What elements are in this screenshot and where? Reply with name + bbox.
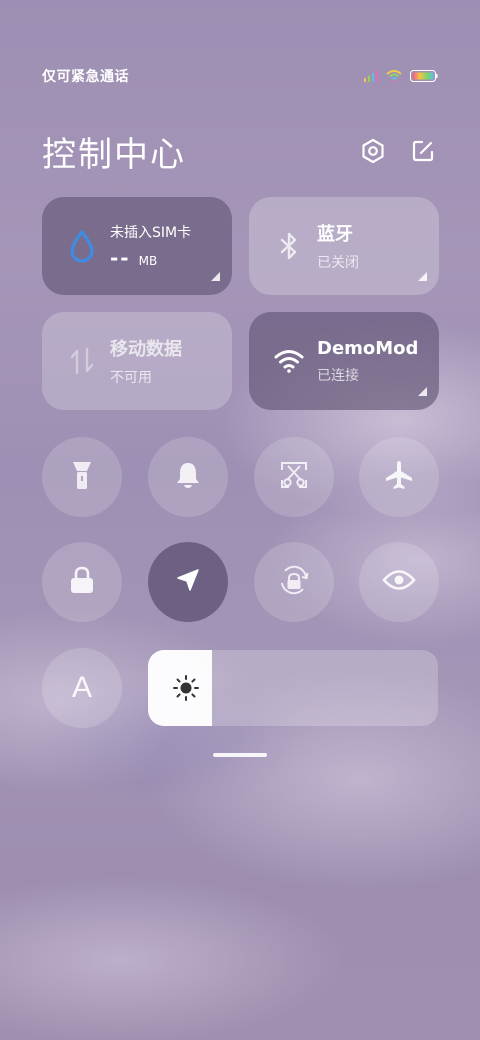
settings-icon[interactable]: [358, 136, 388, 166]
sun-icon: [172, 674, 200, 702]
data-usage-label: 未插入SIM卡: [110, 225, 192, 241]
scissors-icon: [279, 460, 309, 494]
bluetooth-icon: [271, 228, 307, 264]
wifi-status: 已连接: [317, 367, 359, 384]
eye-icon: [382, 569, 416, 595]
brightness-slider[interactable]: [148, 650, 438, 726]
airplane-toggle[interactable]: [359, 437, 439, 517]
font-size-toggle[interactable]: A: [42, 648, 122, 728]
bell-toggle[interactable]: [148, 437, 228, 517]
status-bar: 仅可紧急通话: [42, 64, 438, 88]
wifi-icon: [271, 343, 307, 379]
location-toggle[interactable]: [148, 542, 228, 622]
rotation-lock-icon: [277, 563, 311, 601]
bell-icon: [174, 460, 202, 494]
status-icons: [364, 67, 438, 86]
lock-toggle[interactable]: [42, 542, 122, 622]
expand-corner-icon: [211, 272, 220, 281]
page-title: 控制中心: [42, 134, 186, 175]
data-arrows-icon: [64, 343, 100, 379]
lock-icon: [69, 565, 95, 599]
collapse-handle[interactable]: [213, 753, 267, 757]
signal-icon: [364, 67, 378, 86]
eye-comfort-toggle[interactable]: [359, 542, 439, 622]
rotation-lock-toggle[interactable]: [254, 542, 334, 622]
expand-corner-icon: [418, 387, 427, 396]
data-usage-tile[interactable]: 未插入SIM卡 -- MB: [42, 197, 232, 295]
flashlight-icon: [71, 459, 93, 495]
control-center-header: 控制中心: [42, 126, 438, 176]
mobile-data-label: 移动数据: [110, 339, 182, 360]
bluetooth-tile[interactable]: 蓝牙 已关闭: [249, 197, 439, 295]
screenshot-toggle[interactable]: [254, 437, 334, 517]
data-usage-value: --: [110, 246, 131, 270]
wifi-tile[interactable]: DemoMod 已连接: [249, 312, 439, 410]
font-a-icon: A: [71, 671, 92, 704]
water-drop-icon: [64, 228, 100, 264]
location-arrow-icon: [175, 567, 201, 597]
airplane-icon: [383, 459, 415, 495]
battery-icon: [410, 67, 438, 86]
edit-icon[interactable]: [408, 136, 438, 166]
mobile-data-tile[interactable]: 移动数据 不可用: [42, 312, 232, 410]
wifi-icon: [386, 67, 402, 86]
bluetooth-status: 已关闭: [317, 255, 359, 271]
header-actions: [358, 136, 438, 166]
carrier-status-text: 仅可紧急通话: [42, 69, 129, 85]
expand-corner-icon: [418, 272, 427, 281]
bluetooth-label: 蓝牙: [317, 224, 353, 245]
wifi-network-name: DemoMod: [317, 337, 419, 359]
flashlight-toggle[interactable]: [42, 437, 122, 517]
data-usage-unit: MB: [138, 254, 158, 268]
mobile-data-status: 不可用: [110, 370, 152, 386]
